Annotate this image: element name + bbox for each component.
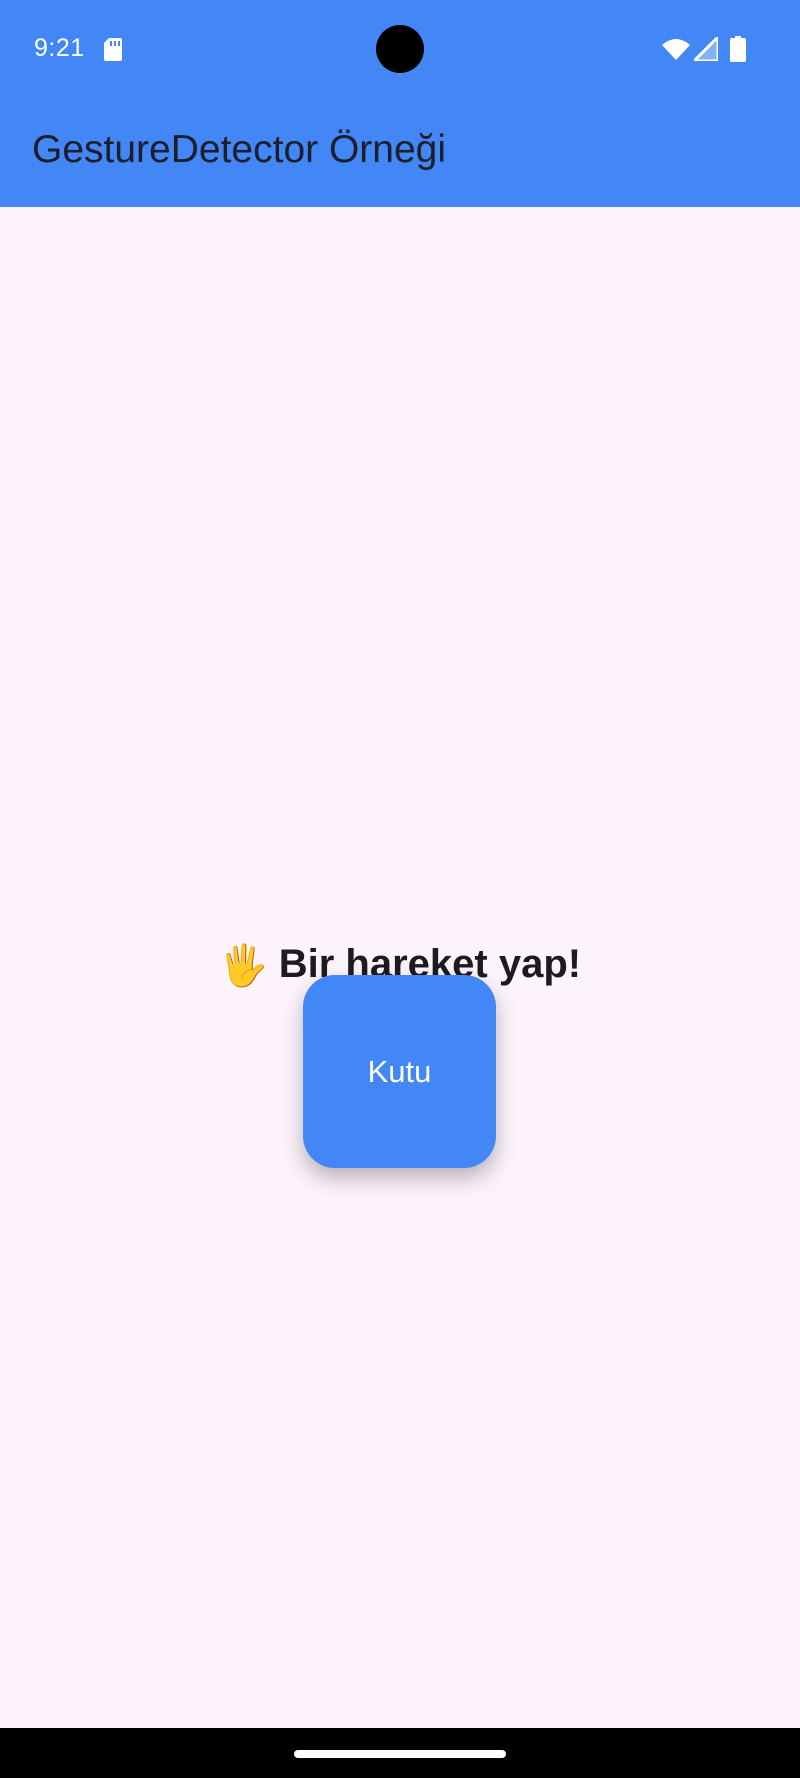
gesture-box[interactable]: Kutu <box>303 975 496 1168</box>
camera-cutout <box>376 25 424 73</box>
gesture-box-label: Kutu <box>367 1053 432 1089</box>
battery-icon <box>730 36 746 62</box>
cellular-signal-icon <box>694 37 718 61</box>
home-gesture-handle[interactable] <box>294 1750 506 1758</box>
wifi-icon <box>662 39 690 60</box>
status-time: 9:21 <box>34 34 85 62</box>
raised-hand-icon: 🖐 <box>218 944 269 988</box>
app-title: GestureDetector Örneği <box>32 128 447 171</box>
sd-card-icon <box>104 38 122 61</box>
status-bar: 9:21 <box>0 0 800 100</box>
